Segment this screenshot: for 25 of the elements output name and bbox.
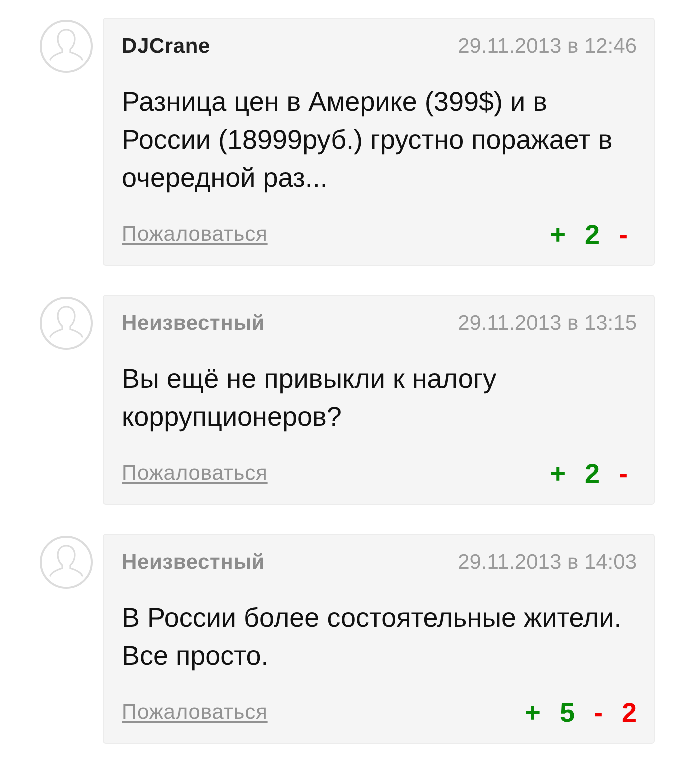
upvote-count: 2 bbox=[584, 220, 600, 250]
comment-author: DJCrane bbox=[122, 35, 210, 59]
avatar-icon bbox=[40, 297, 93, 350]
comment-author: Неизвестный bbox=[122, 551, 266, 575]
comment-author: Неизвестный bbox=[122, 312, 266, 336]
vote-up-button[interactable]: + bbox=[525, 698, 541, 728]
vote-down-button[interactable]: - bbox=[619, 459, 628, 489]
comment-text: Вы ещё не привыкли к налогу коррупционеров? bbox=[122, 363, 498, 434]
upvote-count: 2 bbox=[584, 459, 600, 489]
report-link[interactable]: Пожаловаться bbox=[122, 223, 268, 247]
report-link[interactable]: Пожаловаться bbox=[122, 462, 268, 486]
downvote-count: 2 bbox=[622, 698, 637, 728]
vote-up-button[interactable]: + bbox=[550, 220, 566, 250]
upvote-count: 5 bbox=[560, 698, 575, 728]
avatar-icon bbox=[40, 20, 93, 73]
vote-down-button[interactable]: - bbox=[594, 698, 603, 728]
vote-down-button[interactable]: - bbox=[619, 220, 628, 250]
comment-text: Разница цен в Америке (399$) и в России (18999руб.) грустно поражает в очередной раз... bbox=[122, 86, 614, 195]
avatar-icon bbox=[40, 536, 93, 589]
comment-text: В России более состоятельные жители. Все просто. bbox=[122, 602, 623, 673]
vote-up-button[interactable]: + bbox=[550, 459, 566, 489]
comment-date: 29.11.2013 в 12:46 bbox=[458, 35, 637, 59]
report-link[interactable]: Пожаловаться bbox=[122, 701, 268, 725]
comment-date: 29.11.2013 в 14:03 bbox=[458, 551, 637, 575]
comment-date: 29.11.2013 в 13:15 bbox=[458, 312, 637, 336]
